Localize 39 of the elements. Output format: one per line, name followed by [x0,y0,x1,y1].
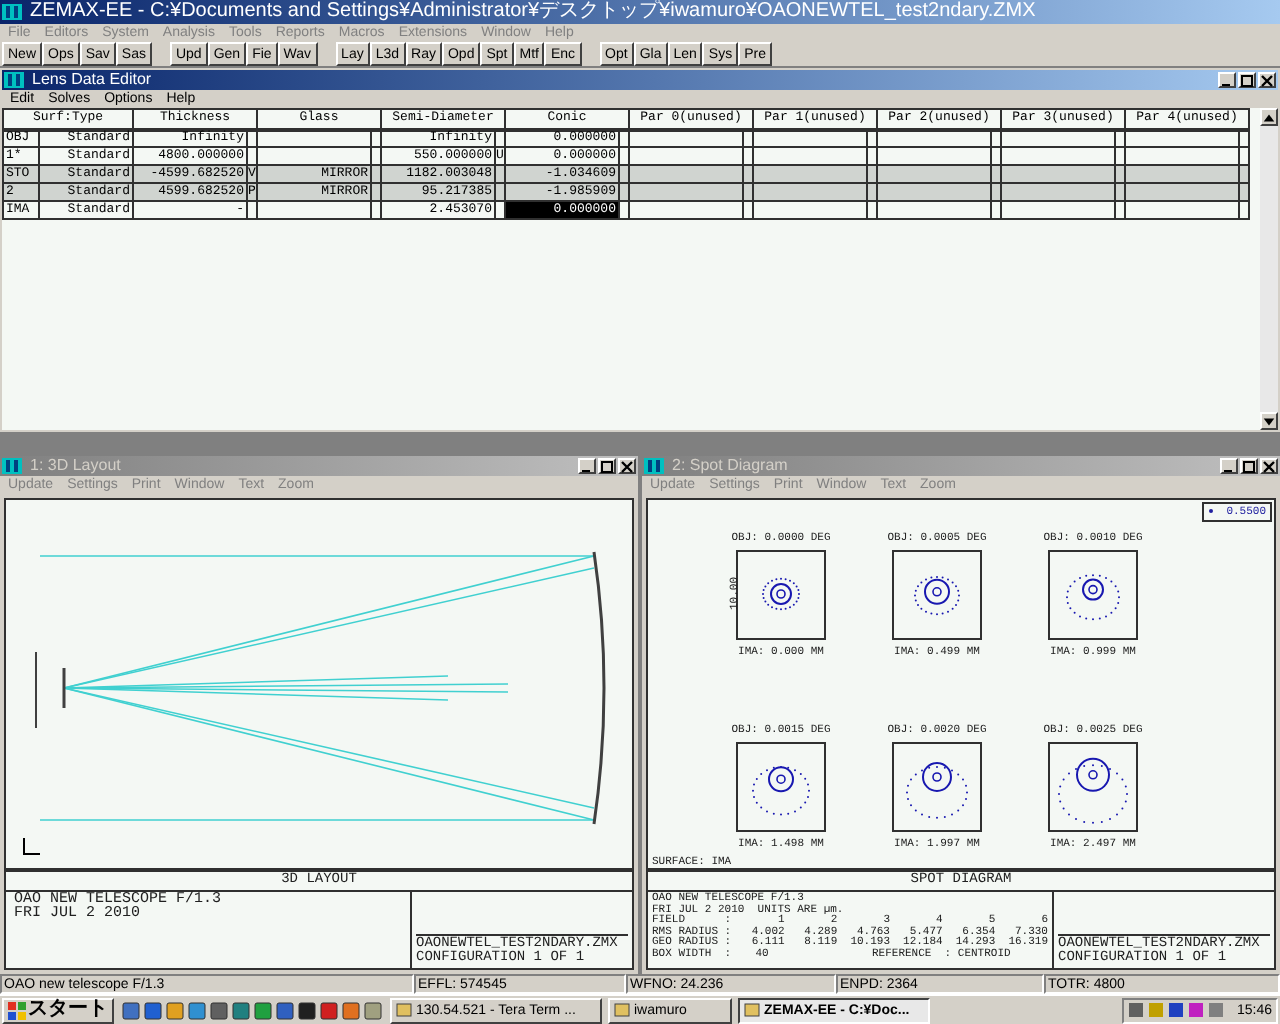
minimize-button[interactable] [1218,72,1236,88]
window-icon [614,1002,630,1018]
window-icon [396,1002,412,1018]
window-title: 1: 3D Layout [30,458,121,474]
app-icon [2,458,22,474]
scroll-down-icon [1262,413,1276,429]
spot-diagram-drawing [1048,741,1138,831]
spot-diagram-drawing [1048,549,1138,639]
maximize-button[interactable] [1238,72,1256,88]
scroll-up-icon [1262,109,1276,125]
close-icon [1262,459,1276,473]
maximize-icon [1242,459,1256,473]
spot-diagram-drawing [892,549,982,639]
table-cell[interactable] [257,201,371,219]
app-icon [644,458,664,474]
maximize-icon [600,459,614,473]
scroll-bar[interactable] [1260,108,1278,430]
app-icon [4,72,24,88]
maximize-button[interactable] [598,458,616,474]
app-icon [2,4,22,20]
maximize-icon [1240,73,1254,87]
window-icon [744,1002,760,1018]
minimize-button[interactable] [578,458,596,474]
legend-dot-icon [1208,508,1215,515]
minimize-button[interactable] [1220,458,1238,474]
close-button[interactable] [1260,458,1278,474]
maximize-button[interactable] [1240,458,1258,474]
axes-icon [22,836,42,856]
close-icon [620,459,634,473]
spot-diagram-drawing [736,549,826,639]
window-title: 2: Spot Diagram [672,458,788,474]
window-title: Lens Data Editor [32,72,152,88]
close-button[interactable] [1258,72,1276,88]
spot-diagram-drawing [892,741,982,831]
close-icon [1260,73,1274,87]
start-button[interactable]: スタート [2,997,114,1023]
close-button[interactable] [618,458,636,474]
windows-logo-icon [8,1001,26,1019]
spot-diagram-drawing [736,741,826,831]
